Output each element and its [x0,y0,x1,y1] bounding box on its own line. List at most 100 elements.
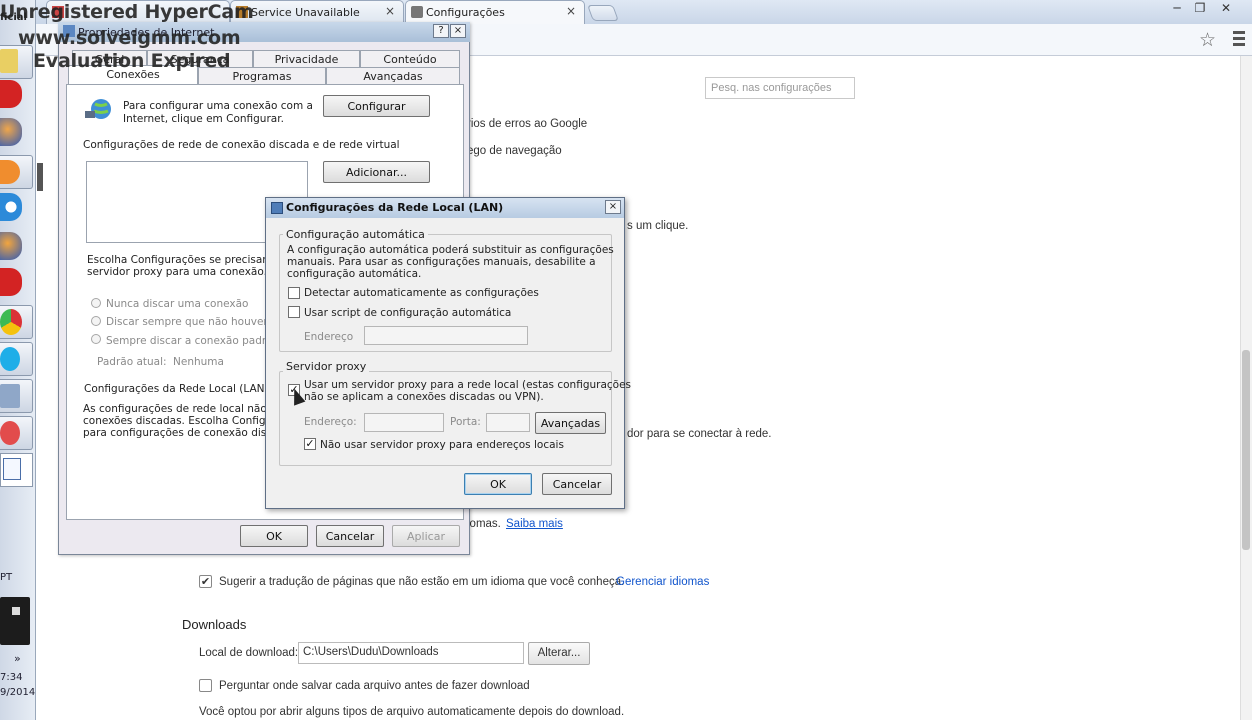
tab-privacidade[interactable]: Privacidade [253,50,360,67]
lan-ok-button[interactable]: OK [464,473,532,495]
skype-icon [0,347,20,371]
taskbar-skype-button[interactable] [0,342,33,376]
new-tab-button[interactable] [587,5,619,21]
auto-open-text: Você optou por abrir alguns tipos de arq… [199,706,625,718]
use-proxy-label-1: Usar um servidor proxy para a rede local… [304,379,632,391]
opera-icon[interactable] [0,80,22,108]
lan-cancel-button[interactable]: Cancelar [542,473,612,495]
translate-label: Sugerir a tradução de páginas que não es… [219,576,625,588]
clock-date[interactable]: 9/2014 [0,687,35,698]
folder-icon [0,49,18,73]
checklist-icon [3,458,21,480]
dialup-heading: Configurações de rede de conexão discada… [83,139,400,151]
tab-configuracoes[interactable]: Configurações × [405,0,585,24]
proxy-address-field[interactable] [364,413,444,432]
radio-dial-when-none[interactable] [91,316,101,326]
translate-checkbox[interactable]: ✔ [199,575,212,588]
add-button[interactable]: Adicionar... [323,161,430,183]
watermark-line-1: Unregistered HyperCam [0,1,254,23]
proxy-port-label: Porta: [450,416,481,428]
one-click-fragment: s um clique. [627,220,689,232]
use-proxy-label-2: não se aplicam a conexões discadas ou VP… [304,391,544,403]
setup-text-1: Para configurar uma conexão com a [123,100,313,112]
taskbar-app-button[interactable] [0,416,33,450]
taskbar-chrome-button[interactable] [0,305,33,339]
page-scrollbar-thumb[interactable] [1242,350,1250,550]
tab-close-icon[interactable]: × [566,4,576,18]
use-script-label: Usar script de configuração automática [304,307,512,319]
ie-icon[interactable] [0,193,22,221]
auto-config-desc-2: manuais. Para usar as configurações manu… [287,256,596,268]
bookmark-star-icon[interactable]: ☆ [1199,29,1216,51]
tab-conteudo[interactable]: Conteúdo [360,50,460,67]
help-button[interactable]: ? [433,24,449,38]
radio-always-dial[interactable] [91,334,101,344]
learn-more-link[interactable]: Saiba mais [506,518,563,530]
radio-always-dial-label: Sempre discar a conexão padrão [106,335,280,347]
manage-languages-link[interactable]: Gerenciar idiomas [616,576,709,588]
use-script-checkbox[interactable] [288,306,300,318]
tab-service-unavailable[interactable]: Service Unavailable × [230,0,404,24]
opera-icon[interactable] [0,268,22,296]
media-controls[interactable] [0,597,30,645]
default-connection-label: Padrão atual: [97,356,167,368]
firefox-icon[interactable] [0,232,22,260]
radio-never-dial[interactable] [91,298,101,308]
downloads-heading: Downloads [182,617,247,632]
change-download-button[interactable]: Alterar... [528,642,590,665]
close-button[interactable]: × [605,200,621,214]
record-icon [0,421,20,445]
taskbar-explorer-button[interactable] [0,45,33,79]
clock-time[interactable]: 7:34 [0,672,22,683]
default-connection-value: Nenhuma [173,356,224,368]
language-indicator[interactable]: PT [0,572,12,583]
settings-search-input[interactable]: Pesq. nas configurações [705,77,855,99]
tab-avancadas[interactable]: Avançadas [326,67,460,84]
proxy-fragment: dor para se conectar à rede. [627,428,772,440]
auto-detect-checkbox[interactable] [288,287,300,299]
menu-icon[interactable] [1233,31,1245,47]
ask-where-label: Perguntar onde salvar cada arquivo antes… [219,680,530,692]
proxy-advanced-button[interactable]: Avançadas [535,412,606,434]
network-icon [0,384,20,408]
auto-config-desc-3: configuração automática. [287,268,422,280]
script-address-field[interactable] [364,326,528,345]
taskbar-scroll-indicator [37,163,43,191]
configure-button[interactable]: Configurar [323,95,430,117]
tray-expand-icon[interactable]: » [14,652,21,665]
lan-text-3: para configurações de conexão discada. [83,427,295,439]
wrench-icon [411,6,423,18]
taskbar-network-button[interactable] [0,379,33,413]
auto-config-desc-1: A configuração automática poderá substit… [287,244,614,256]
setup-text-2: Internet, clique em Configurar. [123,113,284,125]
choose-text-2: servidor proxy para uma conexão. [87,266,267,278]
download-location-label: Local de download: [199,647,299,659]
bypass-local-label: Não usar servidor proxy para endereços l… [320,439,564,451]
languages-fragment: iomas. [467,518,501,530]
tab-close-icon[interactable]: × [385,4,395,18]
error-reports-fragment: rios de erros ao Google [467,118,588,130]
restore-button[interactable]: ❐ [1189,1,1211,17]
firefox-icon[interactable] [0,118,22,146]
proxy-address-label: Endereço: [304,416,357,428]
lan-heading: Configurações da Rede Local (LAN) [84,383,269,395]
close-button[interactable]: × [450,24,466,38]
lan-settings-title: Configurações da Rede Local (LAN) [286,201,504,214]
inet-apply-button[interactable]: Aplicar [392,525,460,547]
taskbar-media-button[interactable] [0,155,33,189]
auto-config-group-label: Configuração automática [283,228,428,241]
bypass-local-checkbox[interactable]: ✓ [304,438,316,450]
tab-label: Configurações [426,6,505,19]
radio-never-dial-label: Nunca discar uma conexão [106,298,249,310]
taskbar-tasks-button[interactable] [0,453,33,487]
tab-label: Service Unavailable [251,6,360,19]
minimize-button[interactable]: ─ [1166,1,1188,17]
download-path-field[interactable]: C:\Users\Dudu\Downloads [298,642,524,664]
close-window-button[interactable]: ✕ [1215,1,1237,17]
proxy-group-label: Servidor proxy [283,360,370,373]
ask-where-checkbox[interactable] [199,679,212,692]
inet-ok-button[interactable]: OK [240,525,308,547]
inet-cancel-button[interactable]: Cancelar [316,525,384,547]
traffic-fragment: ego de navegação [467,145,562,157]
proxy-port-field[interactable] [486,413,530,432]
